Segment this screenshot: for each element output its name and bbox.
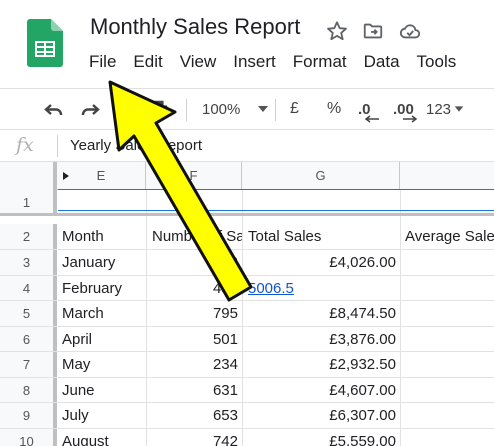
- header-month-cell[interactable]: Month: [62, 224, 146, 249]
- menu-format[interactable]: Format: [293, 52, 347, 74]
- table-row: 8 June 631 £4,607.00: [0, 377, 494, 403]
- table-row: 5 March 795 £8,474.50: [0, 301, 494, 327]
- header-number-cell[interactable]: Number of Sales: [152, 224, 242, 249]
- header-total-cell[interactable]: Total Sales: [248, 224, 400, 249]
- menu-insert[interactable]: Insert: [233, 52, 276, 74]
- sheets-logo-icon[interactable]: [27, 19, 63, 67]
- chevron-down-icon: [258, 106, 269, 112]
- column-header-bar: E F G: [0, 162, 494, 190]
- month-cell[interactable]: January: [62, 250, 146, 275]
- table-row: 2 Month Number of Sales Total Sales Aver…: [0, 224, 494, 250]
- number-cell[interactable]: 234: [146, 352, 238, 377]
- move-folder-icon[interactable]: [362, 20, 384, 42]
- print-button[interactable]: [148, 89, 170, 129]
- column-header-h[interactable]: [400, 162, 494, 190]
- row-number[interactable]: 9: [0, 403, 57, 428]
- chevron-down-icon: [454, 106, 464, 112]
- star-icon[interactable]: [326, 20, 348, 42]
- menu-view[interactable]: View: [180, 52, 217, 74]
- zoom-value: 100%: [202, 100, 241, 118]
- number-cell[interactable]: 631: [146, 378, 238, 403]
- table-row: 4 February 489 5006.5: [0, 275, 494, 301]
- printer-icon: [150, 100, 168, 118]
- toolbar-divider: [186, 99, 187, 121]
- header-average-cell[interactable]: Average Sale: [405, 224, 494, 249]
- number-cell[interactable]: 501: [146, 327, 238, 352]
- number-cell[interactable]: 795: [146, 301, 238, 326]
- table-row: 7 May 234 £2,932.50: [0, 352, 494, 378]
- number-cell[interactable]: 653: [146, 403, 238, 428]
- arrow-right-icon: [403, 115, 418, 123]
- menu-bar: File Edit View Insert Format Data Tools: [89, 52, 473, 74]
- number-cell[interactable]: 489: [146, 276, 238, 301]
- total-cell[interactable]: £8,474.50: [242, 301, 396, 326]
- month-cell[interactable]: February: [62, 276, 146, 301]
- total-cell[interactable]: £4,026.00: [242, 250, 396, 275]
- month-cell[interactable]: June: [62, 378, 146, 403]
- column-header-g[interactable]: G: [242, 162, 400, 190]
- table-row: 1: [0, 189, 494, 216]
- column-header-e[interactable]: E: [57, 162, 146, 190]
- menu-file[interactable]: File: [89, 52, 116, 74]
- undo-icon: [44, 104, 63, 115]
- formula-bar: fx Yearly Sales Report: [0, 130, 494, 162]
- toolbar-divider: [275, 99, 276, 121]
- zoom-select[interactable]: 100%: [202, 89, 270, 129]
- cloud-saved-icon[interactable]: [398, 20, 422, 42]
- row-number[interactable]: 6: [0, 326, 57, 351]
- month-cell[interactable]: March: [62, 301, 146, 326]
- row-number[interactable]: 5: [0, 301, 57, 326]
- total-cell[interactable]: £4,607.00: [242, 378, 396, 403]
- expand-columns-icon[interactable]: [63, 172, 69, 180]
- decrease-decimal-button[interactable]: .0: [358, 89, 371, 129]
- column-letter-f: F: [189, 168, 198, 183]
- redo-button[interactable]: [78, 89, 102, 129]
- column-header-f[interactable]: F: [146, 162, 242, 190]
- row-number[interactable]: 10: [0, 428, 57, 446]
- menu-tools[interactable]: Tools: [417, 52, 457, 74]
- number-cell[interactable]: 742: [146, 429, 238, 446]
- table-row: 6 April 501 £3,876.00: [0, 326, 494, 352]
- row-number[interactable]: 2: [0, 224, 57, 249]
- redo-icon: [81, 104, 100, 115]
- column-letter-g: G: [315, 168, 326, 183]
- merged-title-cell[interactable]: [58, 189, 494, 211]
- column-letter-e: E: [96, 168, 106, 183]
- month-cell[interactable]: April: [62, 327, 146, 352]
- total-cell[interactable]: £5,559.00: [242, 429, 396, 446]
- total-cell[interactable]: £2,932.50: [242, 352, 396, 377]
- sheets-window: Monthly Sales Report File Edit View Inse…: [0, 0, 494, 446]
- row-number[interactable]: 4: [0, 275, 57, 300]
- month-cell[interactable]: August: [62, 429, 146, 446]
- table-row: 9 July 653 £6,307.00: [0, 403, 494, 429]
- increase-decimal-button[interactable]: .00: [393, 89, 414, 129]
- menu-edit[interactable]: Edit: [133, 52, 162, 74]
- month-cell[interactable]: July: [62, 403, 146, 428]
- percent-format-button[interactable]: %: [327, 89, 341, 129]
- more-formats-button[interactable]: 123: [426, 89, 465, 129]
- currency-format-button[interactable]: £: [290, 89, 299, 129]
- row-number[interactable]: 3: [0, 250, 57, 275]
- table-row: 3 January 632 £4,026.00: [0, 250, 494, 276]
- arrow-left-icon: [364, 115, 379, 123]
- table-row: 10 August 742 £5,559.00: [0, 428, 494, 446]
- row-number[interactable]: 1: [0, 190, 57, 213]
- menu-data[interactable]: Data: [364, 52, 400, 74]
- select-all-corner[interactable]: [0, 162, 57, 190]
- formula-input[interactable]: Yearly Sales Report: [70, 137, 202, 154]
- total-cell[interactable]: £6,307.00: [242, 403, 396, 428]
- total-cell-link[interactable]: 5006.5: [248, 276, 398, 301]
- fx-icon: fx: [16, 134, 34, 156]
- undo-button[interactable]: [42, 89, 66, 129]
- row-number[interactable]: 8: [0, 377, 57, 402]
- document-title[interactable]: Monthly Sales Report: [90, 14, 300, 40]
- total-cell[interactable]: £3,876.00: [242, 327, 396, 352]
- row-number[interactable]: 7: [0, 352, 57, 377]
- toolbar: 100% £ % .0 .00 123: [0, 88, 494, 130]
- formula-divider: [57, 135, 58, 157]
- month-cell[interactable]: May: [62, 352, 146, 377]
- more-formats-label: 123: [426, 100, 452, 118]
- number-cell[interactable]: 632: [146, 250, 238, 275]
